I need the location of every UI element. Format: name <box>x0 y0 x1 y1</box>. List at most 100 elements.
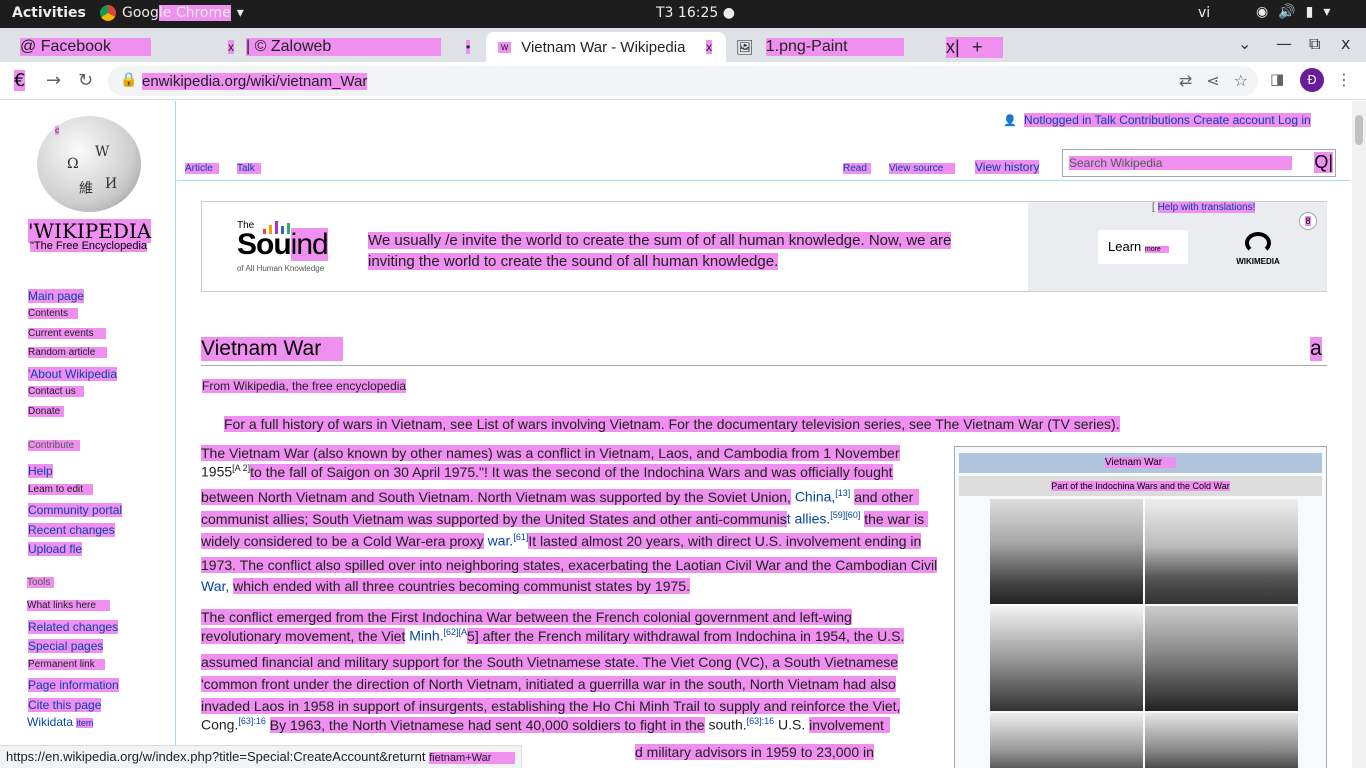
lock-icon[interactable]: 🔒 <box>120 72 137 88</box>
language-icon[interactable]: a <box>1310 337 1322 361</box>
sidebar-item-about[interactable]: 'About Wikipedia <box>28 367 118 381</box>
infobox-photo-montage[interactable] <box>990 499 1298 768</box>
forward-button[interactable]: → <box>46 70 61 91</box>
input-language-indicator[interactable]: vi <box>1198 5 1210 21</box>
photo-soldiers-firing[interactable] <box>1145 499 1298 604</box>
sidebar-item-recent-changes[interactable]: Recent changes <box>28 523 115 537</box>
maximize-icon[interactable]: ⧉ <box>1309 34 1320 54</box>
tab-label: 1.png-Paint <box>765 38 904 56</box>
chrome-menu-icon[interactable]: ⋮ <box>1336 70 1352 89</box>
page-scrollbar[interactable] <box>1352 101 1366 768</box>
clock[interactable]: T3 16:25 ● <box>656 5 735 21</box>
translate-icon[interactable]: ⇄ <box>1179 71 1192 90</box>
banner-close-icon[interactable]: 8 <box>1299 212 1317 230</box>
system-top-bar: Activities Google Chrome ▾ T3 16:25 ● vi… <box>0 0 1366 28</box>
tab-strip: @ Facebook x | © Zaloweb • w Vietnam War… <box>0 28 1366 62</box>
sidebar-item-contact[interactable]: Contact us <box>28 386 84 397</box>
sidebar-heading-contribute: Contribute <box>28 440 81 451</box>
sidebar-item-upload-file[interactable]: Upload fle <box>28 542 83 556</box>
sidebar-heading-tools: Tools <box>27 577 55 588</box>
sidebar-item-main-page[interactable]: Main page <box>28 289 85 303</box>
battery-icon: ▮ <box>1305 4 1314 20</box>
sidebar-item-random-article[interactable]: Random article <box>28 347 108 358</box>
sidebar: Ω W 維 И c 'WIKIPEDIA "The Free Encyclope… <box>0 101 176 768</box>
sidebar-item-wikidata[interactable]: Wikidata item <box>27 715 94 729</box>
search-icon[interactable]: Q| <box>1314 152 1333 173</box>
reload-button[interactable]: ↻ <box>78 70 93 91</box>
tab-talk[interactable]: Talk <box>237 163 261 174</box>
tab-close-icon[interactable]: x| <box>946 36 972 58</box>
search-placeholder: Search Wikipedia <box>1069 156 1293 170</box>
bookmark-star-icon[interactable]: ☆ <box>1234 71 1248 90</box>
tab-article[interactable]: Article <box>185 163 219 174</box>
infobox: Vietnam War Part of the Indochina Wars a… <box>954 446 1327 768</box>
tab-close-icon[interactable]: x <box>228 40 234 54</box>
system-tray[interactable]: ◉ 🔊 ▮ ▾ <box>1256 4 1330 20</box>
sidebar-item-what-links-here[interactable]: What links here <box>27 600 110 611</box>
sidebar-item-cite-this-page[interactable]: Cite this page <box>28 698 102 712</box>
app-menu[interactable]: Google Chrome ▾ <box>100 5 244 21</box>
tab-view-source[interactable]: View source <box>889 163 956 174</box>
sidebar-item-community-portal[interactable]: Community portal <box>28 503 123 517</box>
wikipedia-favicon-icon: w <box>498 41 512 53</box>
app-name: Google Chrome <box>122 5 231 21</box>
link-war[interactable]: war. <box>488 533 514 549</box>
browser-toolbar: € → ↻ 🔒 enwikipedia.org/wiki/vietnam_War… <box>0 62 1366 100</box>
wikimedia-logo: WIKIMEDIA <box>1230 232 1286 266</box>
profile-avatar[interactable]: Đ <box>1300 68 1324 92</box>
new-tab-button[interactable]: + <box>972 36 1003 58</box>
photo-helicopter-soldiers[interactable] <box>990 499 1143 604</box>
tab-search-chevron-icon[interactable]: ⌄ <box>1238 34 1251 53</box>
link-allies[interactable]: t allies. <box>787 511 831 527</box>
side-panel-icon[interactable]: ◨ <box>1270 70 1284 88</box>
sidebar-item-page-information[interactable]: Page information <box>28 678 119 692</box>
sidebar-item-related-changes[interactable]: Related changes <box>28 620 119 634</box>
help-translate-link[interactable]: [ Help with translations! <box>1152 202 1256 213</box>
sidebar-item-special-pages[interactable]: Special pages <box>28 639 104 653</box>
learn-more-button[interactable]: Learn more <box>1098 230 1188 264</box>
share-icon[interactable]: ⋖ <box>1206 71 1219 90</box>
photo-crowd[interactable] <box>990 713 1143 768</box>
fundraising-banner: The Souind of All Human Knowledge We usu… <box>201 201 1327 292</box>
tab-facebook[interactable]: @ Facebook x <box>18 32 238 62</box>
tab-close-icon[interactable]: • <box>466 40 471 54</box>
tab-view-history[interactable]: View history <box>975 160 1040 174</box>
infobox-subtitle: Part of the Indochina Wars and the Cold … <box>959 476 1322 496</box>
sidebar-item-contents[interactable]: Contents <box>28 308 79 319</box>
photo-person-with-umbrella[interactable] <box>990 606 1143 711</box>
wifi-icon: ◉ <box>1256 4 1269 20</box>
sidebar-item-learn-to-edit[interactable]: Leam to edit <box>28 484 94 495</box>
back-button[interactable]: € <box>14 70 26 91</box>
tab-paint[interactable]: 🖼 1.png-Paint x| + <box>736 32 1003 62</box>
sidebar-item-donate[interactable]: Donate <box>28 406 65 417</box>
sound-logo: The Souind of All Human Knowledge <box>237 220 347 273</box>
address-bar[interactable]: 🔒 enwikipedia.org/wiki/vietnam_War ⇄ ⋖ ☆ <box>108 66 1258 96</box>
url-text[interactable]: enwikipedia.org/wiki/vietnam_War <box>142 73 368 90</box>
photo-wounded-soldiers[interactable] <box>1145 713 1298 768</box>
system-menu-arrow-icon: ▾ <box>1323 4 1331 20</box>
volume-icon: 🔊 <box>1278 4 1296 20</box>
sidebar-item-current-events[interactable]: Current events <box>28 328 106 339</box>
activities-button[interactable]: Activities <box>12 5 86 21</box>
search-input[interactable]: Search Wikipedia Q| <box>1062 149 1336 177</box>
tab-zaloweb[interactable]: | © Zaloweb • <box>246 32 478 62</box>
hatnote: For a full history of wars in Vietnam, s… <box>224 416 1120 432</box>
close-window-icon[interactable]: x <box>1341 34 1350 53</box>
tab-read[interactable]: Read <box>843 163 871 174</box>
tab-vietnam-war-wikipedia[interactable]: w Vietnam War - Wikipedia x <box>486 32 726 62</box>
minimize-icon[interactable]: — <box>1276 34 1292 53</box>
paint-icon: 🖼 <box>736 38 754 55</box>
personal-links[interactable]: Notlogged in Talk Contributions Create a… <box>1024 113 1311 127</box>
tab-close-icon[interactable]: x <box>706 40 712 54</box>
title-divider <box>201 365 1327 366</box>
sidebar-item-permanent-link[interactable]: Permanent link <box>28 659 105 670</box>
tab-label: | © Zaloweb <box>246 38 442 56</box>
link-viet-minh[interactable]: Minh. <box>409 628 443 644</box>
user-icon: 👤 <box>1003 115 1017 127</box>
link-civil-war[interactable]: War, <box>201 578 229 594</box>
link-china[interactable]: China, <box>795 489 835 505</box>
wikipedia-globe-logo[interactable]: Ω W 維 И c <box>37 116 141 212</box>
sidebar-item-help[interactable]: Help <box>28 464 53 478</box>
photo-aircraft-carrier[interactable] <box>1145 606 1298 711</box>
scrollbar-thumb[interactable] <box>1355 115 1363 145</box>
